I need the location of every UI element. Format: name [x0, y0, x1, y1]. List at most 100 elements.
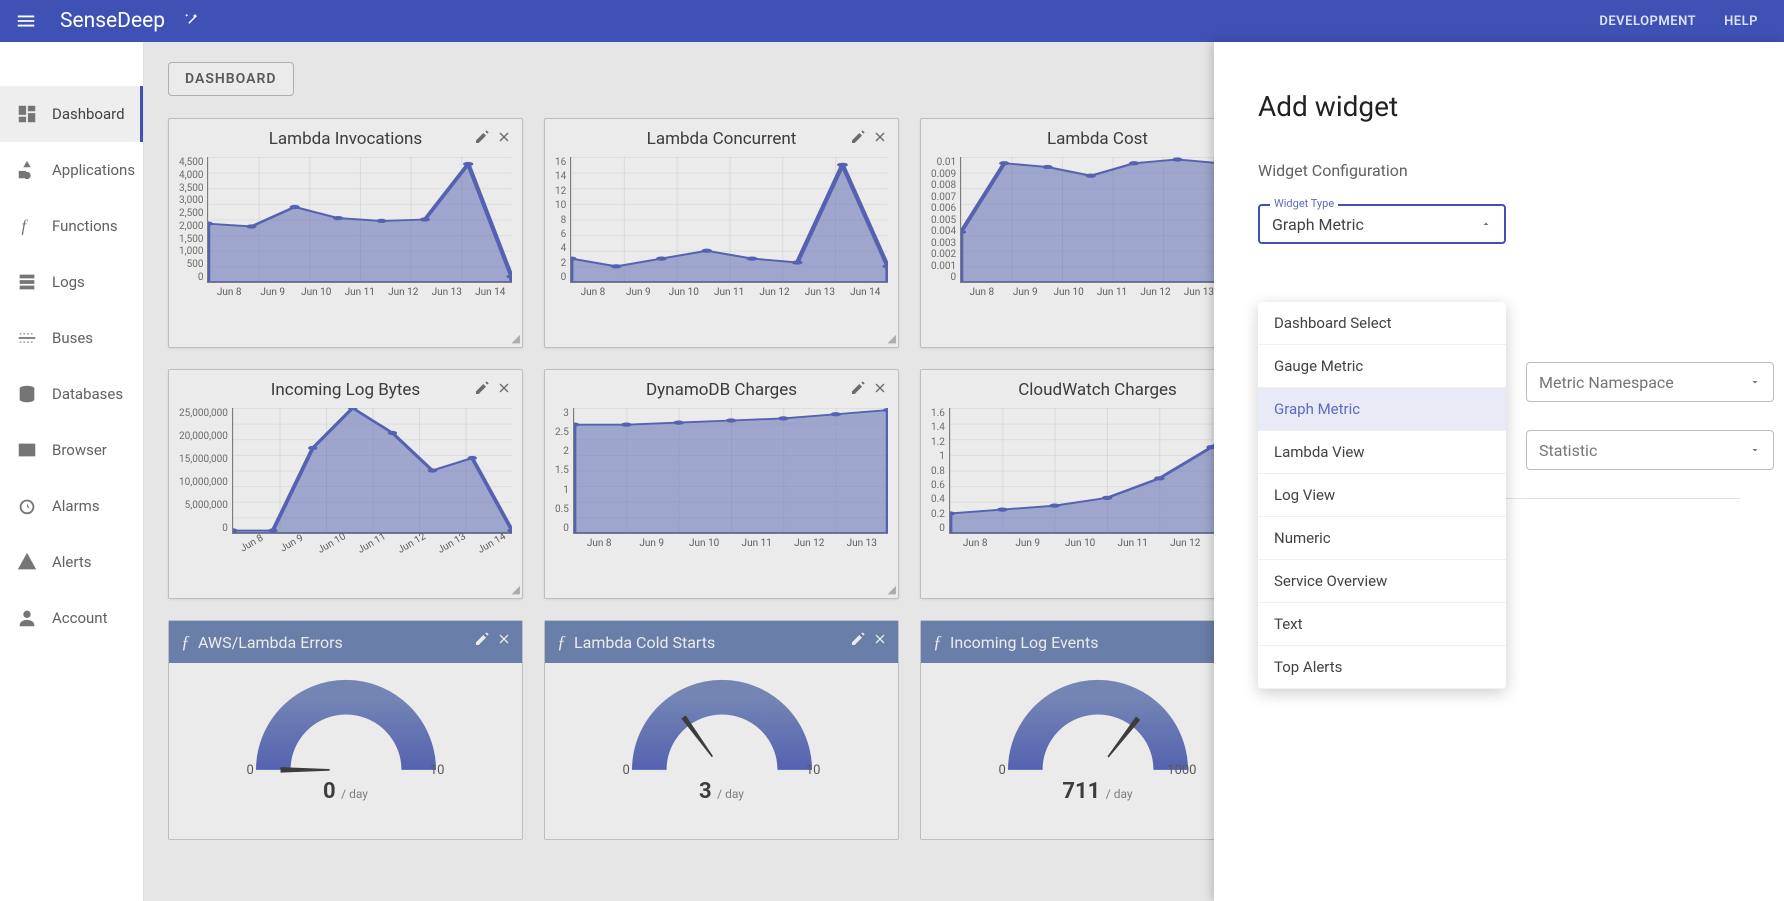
svg-text:f: f: [22, 217, 29, 236]
widget-type-select[interactable]: Widget Type Graph Metric: [1258, 204, 1506, 244]
y-axis: 1614121086420: [555, 157, 570, 283]
gauge-title: AWS/Lambda Errors: [198, 633, 343, 652]
dashboard-button[interactable]: DASHBOARD: [168, 62, 294, 96]
x-axis: Jun 8Jun 9Jun 10Jun 11Jun 12Jun 13Jun 14: [232, 538, 512, 549]
chart-card-incoming-log-bytes: Incoming Log Bytes 25,000,00020,000,0001…: [168, 369, 523, 599]
chart-card-lambda-invocations: Lambda Invocations 4,5004,0003,5003,0002…: [168, 118, 523, 348]
sidebar-item-label: Browser: [52, 441, 107, 459]
y-axis: 4,5004,0003,5003,0002,5002,0001,5001,000…: [179, 157, 207, 283]
alerts-icon: [14, 549, 40, 575]
sidebar-item-account[interactable]: Account: [0, 590, 143, 646]
main-content: DASHBOARD Lambda Invocations 4,5004,0003…: [144, 42, 1784, 901]
resize-handle[interactable]: ◢: [512, 583, 520, 596]
chart-plot: [573, 408, 888, 534]
sidebar-item-label: Alerts: [52, 553, 92, 571]
sidebar-item-label: Account: [52, 609, 108, 627]
add-widget-panel: Add widget Widget Configuration Widget T…: [1214, 42, 1784, 901]
edit-icon[interactable]: [850, 380, 866, 401]
menu-icon[interactable]: [12, 7, 40, 35]
dropdown-option[interactable]: Numeric: [1258, 517, 1506, 560]
help-link[interactable]: HELP: [1710, 14, 1772, 29]
close-icon[interactable]: [496, 129, 512, 150]
gauge-value: 3 / day: [699, 779, 744, 804]
browser-icon: [14, 437, 40, 463]
applications-icon: [14, 157, 40, 183]
gauge-range: 010: [241, 763, 451, 778]
dropdown-option[interactable]: Gauge Metric: [1258, 345, 1506, 388]
panel-subtitle: Widget Configuration: [1258, 161, 1740, 180]
sidebar-item-label: Applications: [52, 161, 135, 179]
edit-icon[interactable]: [850, 631, 866, 651]
edit-icon[interactable]: [474, 380, 490, 401]
sidebar-item-label: Buses: [52, 329, 93, 347]
app-title: SenseDeep: [60, 9, 165, 33]
sidebar-item-databases[interactable]: Databases: [0, 366, 143, 422]
alarms-icon: [14, 493, 40, 519]
sidebar-item-label: Dashboard: [52, 105, 125, 123]
sidebar-item-label: Functions: [52, 217, 118, 235]
gauge-range: 010: [617, 763, 827, 778]
chart-title: Lambda Concurrent: [545, 119, 898, 155]
sidebar-item-browser[interactable]: Browser: [0, 422, 143, 478]
sidebar-item-label: Alarms: [52, 497, 100, 515]
close-icon[interactable]: [872, 631, 888, 651]
dropdown-option[interactable]: Graph Metric: [1258, 388, 1506, 431]
edit-icon[interactable]: [474, 129, 490, 150]
statistic-select[interactable]: Statistic: [1526, 430, 1774, 470]
caret-down-icon: [1749, 373, 1761, 392]
dropdown-option[interactable]: Log View: [1258, 474, 1506, 517]
resize-handle[interactable]: ◢: [888, 332, 896, 345]
dropdown-option[interactable]: Service Overview: [1258, 560, 1506, 603]
resize-handle[interactable]: ◢: [888, 583, 896, 596]
panel-title: Add widget: [1258, 90, 1740, 123]
resize-handle[interactable]: ◢: [512, 332, 520, 345]
chart-title: DynamoDB Charges: [545, 370, 898, 406]
widget-type-label: Widget Type: [1270, 197, 1338, 210]
function-icon: ƒ: [181, 632, 190, 653]
chart-title: Incoming Log Bytes: [169, 370, 522, 406]
statistic-label: Statistic: [1539, 441, 1597, 460]
dropdown-option[interactable]: Text: [1258, 603, 1506, 646]
chart-card-dynamodb-charges: DynamoDB Charges 32.521.510.50 Jun 8Jun …: [544, 369, 899, 599]
close-icon[interactable]: [872, 129, 888, 150]
development-link[interactable]: DEVELOPMENT: [1585, 14, 1710, 29]
sidebar: Dashboard Applications f Functions Logs …: [0, 42, 144, 901]
close-icon[interactable]: [496, 380, 512, 401]
edit-icon[interactable]: [850, 129, 866, 150]
sidebar-item-dashboard[interactable]: Dashboard: [0, 86, 143, 142]
function-icon: ƒ: [557, 632, 566, 653]
metric-namespace-label: Metric Namespace: [1539, 373, 1674, 392]
dropdown-option[interactable]: Dashboard Select: [1258, 302, 1506, 345]
sidebar-item-functions[interactable]: f Functions: [0, 198, 143, 254]
sidebar-item-alerts[interactable]: Alerts: [0, 534, 143, 590]
sidebar-item-logs[interactable]: Logs: [0, 254, 143, 310]
caret-down-icon: [1749, 441, 1761, 460]
edit-icon[interactable]: [474, 631, 490, 651]
x-axis: Jun 8Jun 9Jun 10Jun 11Jun 12Jun 13Jun 14: [570, 287, 888, 298]
gauge-title-bar: ƒ AWS/Lambda Errors: [169, 621, 522, 663]
caret-up-icon: [1480, 215, 1492, 234]
dropdown-option[interactable]: Lambda View: [1258, 431, 1506, 474]
close-icon[interactable]: [872, 380, 888, 401]
x-axis: Jun 8Jun 9Jun 10Jun 11Jun 12Jun 13Jun 14: [207, 287, 512, 298]
sidebar-item-label: Databases: [52, 385, 123, 403]
close-icon[interactable]: [496, 631, 512, 651]
sidebar-item-buses[interactable]: Buses: [0, 310, 143, 366]
sidebar-item-label: Logs: [52, 273, 85, 291]
widget-type-value: Graph Metric: [1272, 215, 1364, 234]
sidebar-item-alarms[interactable]: Alarms: [0, 478, 143, 534]
sidebar-item-applications[interactable]: Applications: [0, 142, 143, 198]
gauge-title: Incoming Log Events: [950, 633, 1098, 652]
magic-wand-icon[interactable]: [183, 10, 201, 32]
dashboard-icon: [14, 101, 40, 127]
gauge-range: 01000: [993, 763, 1203, 778]
metric-namespace-select[interactable]: Metric Namespace: [1526, 362, 1774, 402]
gauge-title-bar: ƒ Lambda Cold Starts: [545, 621, 898, 663]
chart-plot: [207, 157, 512, 283]
gauge-card-lambda-cold-starts: ƒ Lambda Cold Starts 010: [544, 620, 899, 840]
gauge-card-aws-lambda-errors: ƒ AWS/Lambda Errors 010 0: [168, 620, 523, 840]
buses-icon: [14, 325, 40, 351]
logs-icon: [14, 269, 40, 295]
dropdown-option[interactable]: Top Alerts: [1258, 646, 1506, 689]
y-axis: 25,000,00020,000,00015,000,00010,000,000…: [179, 408, 232, 534]
